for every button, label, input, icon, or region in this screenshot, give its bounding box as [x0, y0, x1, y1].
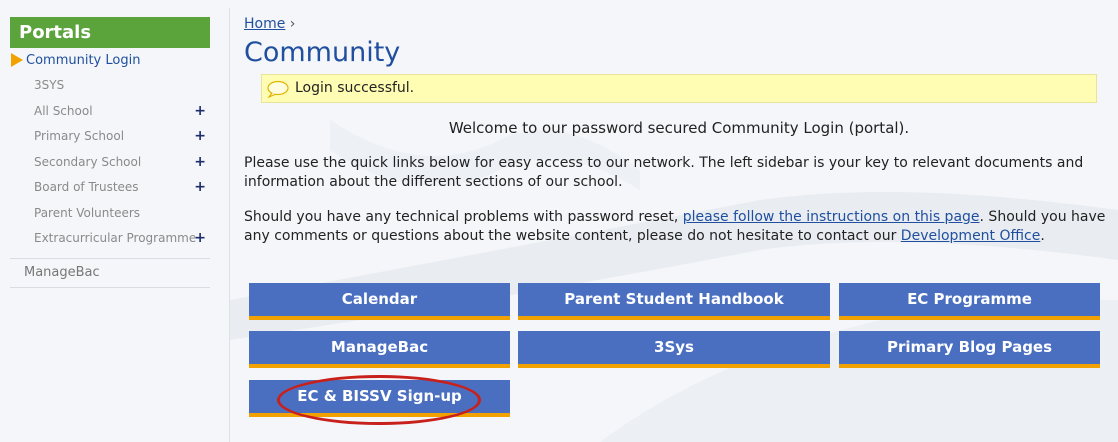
sidebar-item-all-school[interactable]: All School + [10, 99, 210, 125]
breadcrumb-home-link[interactable]: Home [244, 16, 285, 32]
expand-plus-icon[interactable]: + [194, 99, 206, 124]
sidebar-item-3sys[interactable]: 3SYS [10, 73, 210, 99]
main-content: Home › Community Login successful. Welco… [244, 16, 1114, 244]
speech-bubble-icon [267, 80, 289, 98]
ec-programme-button[interactable]: EC Programme [839, 283, 1100, 320]
sidebar-item-label: Extracurricular Programme [34, 231, 197, 245]
managebac-button[interactable]: ManageBac [249, 331, 510, 368]
help-paragraph: Should you have any technical problems w… [244, 208, 1114, 246]
sidebar-item-label: All School [34, 103, 93, 118]
sidebar-item-community-login[interactable]: Community Login [10, 48, 210, 73]
paragraph-text: Should you have any technical problems w… [244, 209, 683, 225]
notice-text: Login successful. [295, 80, 415, 96]
sidebar-item-label: Secondary School [34, 154, 142, 169]
sidebar-item-managebac[interactable]: ManageBac [10, 259, 210, 288]
sidebar-item-label: 3SYS [34, 78, 65, 92]
sidebar-item-label: Community Login [26, 53, 141, 68]
sidebar-item-secondary-school[interactable]: Secondary School + [10, 150, 210, 176]
calendar-button[interactable]: Calendar [249, 283, 510, 320]
sidebar-item-primary-school[interactable]: Primary School + [10, 124, 210, 150]
sidebar-item-parent-volunteers[interactable]: Parent Volunteers [10, 201, 210, 227]
sidebar-item-label: Board of Trustees [34, 180, 139, 194]
intro-paragraph: Please use the quick links below for eas… [244, 155, 1084, 190]
parent-student-handbook-button[interactable]: Parent Student Handbook [518, 283, 830, 320]
expand-plus-icon[interactable]: + [194, 150, 206, 175]
breadcrumb-separator: › [289, 16, 296, 32]
active-arrow-icon [11, 53, 23, 67]
sidebar-item-label: Parent Volunteers [34, 205, 141, 220]
portals-header: Portals [10, 17, 210, 48]
sidebar-item-extracurricular[interactable]: Extracurricular Programme + [10, 226, 210, 252]
column-divider [229, 8, 230, 442]
expand-plus-icon[interactable]: + [194, 226, 206, 251]
expand-plus-icon[interactable]: + [194, 175, 206, 200]
ec-bissv-signup-button[interactable]: EC & BISSV Sign-up [249, 380, 510, 417]
sidebar-item-board-of-trustees[interactable]: Board of Trustees + [10, 175, 210, 201]
primary-blog-pages-button[interactable]: Primary Blog Pages [839, 331, 1100, 368]
instructions-link[interactable]: please follow the instructions on this p… [683, 209, 980, 225]
breadcrumb: Home › [244, 16, 1114, 34]
portals-sidebar: Portals Community Login 3SYS All School … [10, 17, 210, 288]
3sys-button[interactable]: 3Sys [518, 331, 830, 368]
login-notice: Login successful. [261, 74, 1097, 103]
paragraph-text: . [1040, 228, 1045, 244]
expand-plus-icon[interactable]: + [194, 124, 206, 149]
page-title: Community [244, 37, 401, 68]
sidebar-item-label: Primary School [34, 129, 125, 143]
development-office-link[interactable]: Development Office [901, 228, 1041, 244]
welcome-text: Welcome to our password secured Communit… [448, 119, 910, 137]
